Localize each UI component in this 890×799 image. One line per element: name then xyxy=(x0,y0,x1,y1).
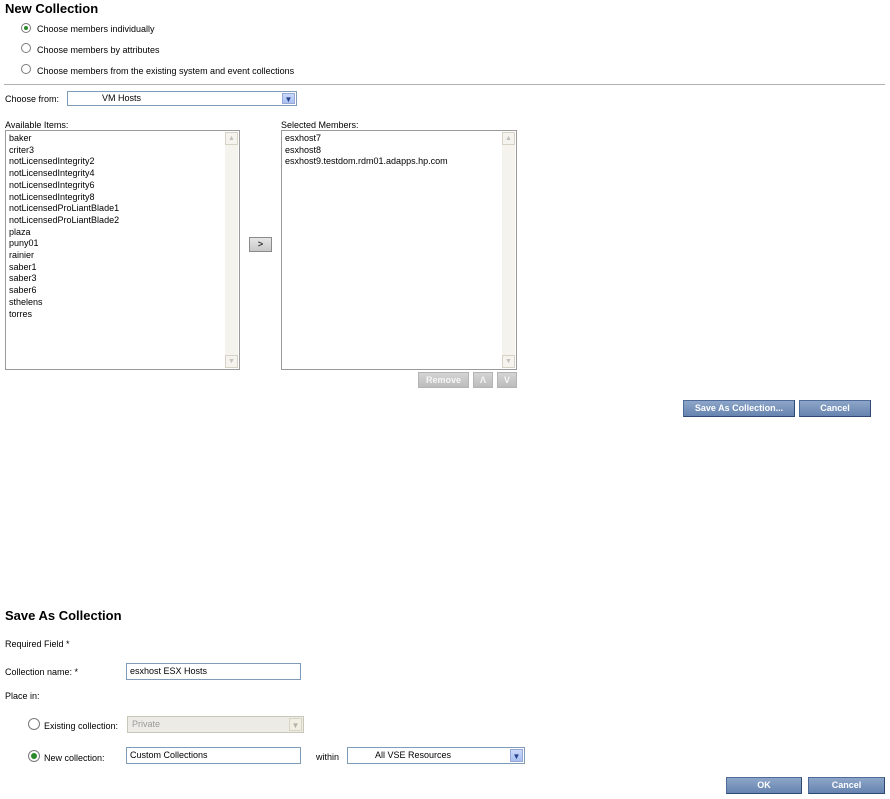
available-items-list[interactable]: baker criter3 notLicensedIntegrity2 notLice… xyxy=(5,130,240,370)
collection-name-label: Collection name: * xyxy=(5,667,79,677)
choose-from-label: Choose from: xyxy=(5,94,60,104)
new-collection-title: New Collection xyxy=(5,1,99,16)
selected-scrollbar[interactable]: ▲ ▼ xyxy=(502,132,515,368)
available-item[interactable]: plaza xyxy=(9,227,223,239)
scroll-down-icon[interactable]: ▼ xyxy=(502,355,515,368)
existing-collection-label: Existing collection: xyxy=(44,721,119,731)
available-item[interactable]: criter3 xyxy=(9,145,223,157)
ok-button[interactable]: OK xyxy=(726,777,802,794)
selected-items: esxhost7 esxhost8 esxhost9.testdom.rdm01.a… xyxy=(285,133,500,168)
existing-collection-value: Private xyxy=(132,719,161,729)
within-select[interactable]: All VSE Resources ▼ xyxy=(347,747,525,764)
radio-choose-by-attributes[interactable] xyxy=(21,43,31,53)
selected-member-item[interactable]: esxhost8 xyxy=(285,145,500,157)
chevron-down-icon: ▼ xyxy=(289,718,302,731)
choose-from-value: VM Hosts xyxy=(102,93,142,103)
remove-button[interactable]: Remove xyxy=(418,372,469,388)
option-label-attributes: Choose members by attributes xyxy=(37,45,160,55)
new-collection-input[interactable]: Custom Collections xyxy=(126,747,301,764)
option-label-individually: Choose members individually xyxy=(37,24,155,34)
within-label: within xyxy=(316,752,340,762)
scroll-up-icon[interactable]: ▲ xyxy=(225,132,238,145)
available-item[interactable]: notLicensedIntegrity2 xyxy=(9,156,223,168)
cancel-button[interactable]: Cancel xyxy=(799,400,871,417)
scroll-up-icon[interactable]: ▲ xyxy=(502,132,515,145)
chevron-down-icon: ▼ xyxy=(282,93,295,104)
available-item[interactable]: notLicensedProLiantBlade2 xyxy=(9,215,223,227)
save-as-cancel-button[interactable]: Cancel xyxy=(808,777,885,794)
move-up-button[interactable]: Λ xyxy=(473,372,493,388)
required-field-note: Required Field * xyxy=(5,639,70,649)
radio-choose-individually[interactable] xyxy=(21,23,31,33)
option-label-existing: Choose members from the existing system … xyxy=(37,66,295,76)
radio-existing-collection[interactable] xyxy=(28,718,40,730)
collection-name-input[interactable]: esxhost ESX Hosts xyxy=(126,663,301,680)
available-item[interactable]: sthelens xyxy=(9,297,223,309)
radio-new-collection[interactable] xyxy=(28,750,40,762)
available-item[interactable]: saber6 xyxy=(9,285,223,297)
scroll-down-icon[interactable]: ▼ xyxy=(225,355,238,368)
selected-member-item[interactable]: esxhost9.testdom.rdm01.adapps.hp.com xyxy=(285,156,500,168)
available-item[interactable]: notLicensedIntegrity6 xyxy=(9,180,223,192)
available-item[interactable]: notLicensedIntegrity4 xyxy=(9,168,223,180)
radio-choose-existing-collections[interactable] xyxy=(21,64,31,74)
selected-members-label: Selected Members: xyxy=(281,120,359,130)
available-scrollbar[interactable]: ▲ ▼ xyxy=(225,132,238,368)
add-member-button[interactable]: > xyxy=(249,237,272,252)
available-item[interactable]: rainier xyxy=(9,250,223,262)
available-item[interactable]: saber1 xyxy=(9,262,223,274)
save-as-collection-button[interactable]: Save As Collection... xyxy=(683,400,795,417)
available-item[interactable]: torres xyxy=(9,309,223,321)
available-item[interactable]: puny01 xyxy=(9,238,223,250)
place-in-label: Place in: xyxy=(5,691,40,701)
available-item[interactable]: notLicensedProLiantBlade1 xyxy=(9,203,223,215)
save-as-title: Save As Collection xyxy=(5,608,122,623)
available-item[interactable]: notLicensedIntegrity8 xyxy=(9,192,223,204)
within-value: All VSE Resources xyxy=(375,750,452,760)
choose-from-select[interactable]: VM Hosts ▼ xyxy=(67,91,297,106)
move-down-button[interactable]: V xyxy=(497,372,517,388)
available-item[interactable]: saber3 xyxy=(9,273,223,285)
available-item[interactable]: baker xyxy=(9,133,223,145)
available-items-label: Available Items: xyxy=(5,120,69,130)
new-collection-label: New collection: xyxy=(44,753,105,763)
chevron-down-icon: ▼ xyxy=(510,749,523,762)
available-items: baker criter3 notLicensedIntegrity2 notLice… xyxy=(9,133,223,320)
selected-member-item[interactable]: esxhost7 xyxy=(285,133,500,145)
selected-members-list[interactable]: esxhost7 esxhost8 esxhost9.testdom.rdm01.a… xyxy=(281,130,517,370)
divider xyxy=(4,84,885,85)
existing-collection-select: Private ▼ xyxy=(127,716,304,733)
